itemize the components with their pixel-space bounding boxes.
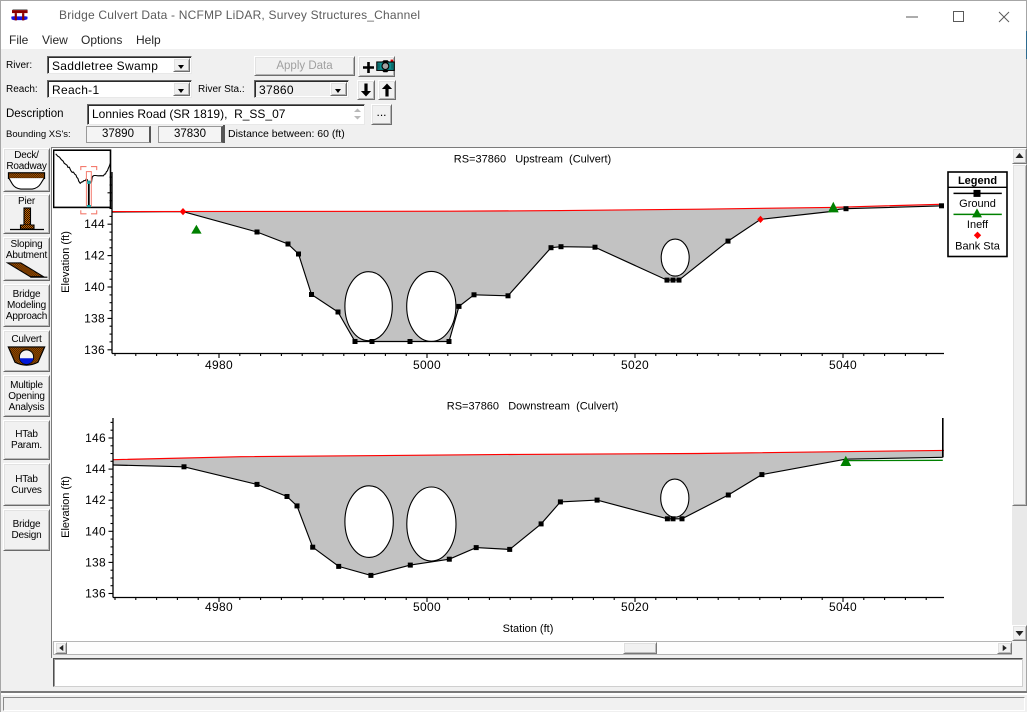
svg-text:5000: 5000 bbox=[413, 600, 441, 614]
svg-text:5020: 5020 bbox=[621, 600, 649, 614]
svg-text:RS=37860 Upstream (Culvert): RS=37860 Upstream (Culvert) bbox=[454, 154, 611, 166]
svg-text:138: 138 bbox=[85, 555, 106, 569]
svg-text:146: 146 bbox=[85, 431, 106, 445]
svg-text:4980: 4980 bbox=[205, 600, 233, 614]
svg-text:5020: 5020 bbox=[621, 358, 649, 372]
svg-text:136: 136 bbox=[85, 587, 106, 601]
svg-text:5040: 5040 bbox=[829, 600, 857, 614]
svg-text:Ineff: Ineff bbox=[967, 219, 989, 231]
svg-text:RS=37860 Downstream (Culver: RS=37860 Downstream (Culvert) bbox=[447, 401, 618, 413]
svg-text:Ground: Ground bbox=[959, 198, 996, 210]
svg-text:Elevation (ft): Elevation (ft) bbox=[60, 476, 72, 538]
svg-text:142: 142 bbox=[84, 249, 105, 263]
svg-text:5040: 5040 bbox=[829, 358, 857, 372]
svg-text:140: 140 bbox=[85, 524, 106, 538]
svg-text:144: 144 bbox=[85, 462, 106, 476]
svg-text:136: 136 bbox=[84, 343, 105, 357]
svg-text:4980: 4980 bbox=[205, 358, 233, 372]
svg-text:144: 144 bbox=[84, 217, 105, 231]
svg-text:Station (ft): Station (ft) bbox=[503, 623, 554, 635]
svg-text:Legend: Legend bbox=[958, 175, 997, 187]
svg-text:138: 138 bbox=[84, 311, 105, 325]
svg-text:5000: 5000 bbox=[413, 358, 441, 372]
svg-text:Bank Sta: Bank Sta bbox=[955, 241, 1001, 253]
svg-text:140: 140 bbox=[84, 280, 105, 294]
svg-text:142: 142 bbox=[85, 493, 106, 507]
svg-text:Elevation (ft): Elevation (ft) bbox=[60, 231, 72, 293]
